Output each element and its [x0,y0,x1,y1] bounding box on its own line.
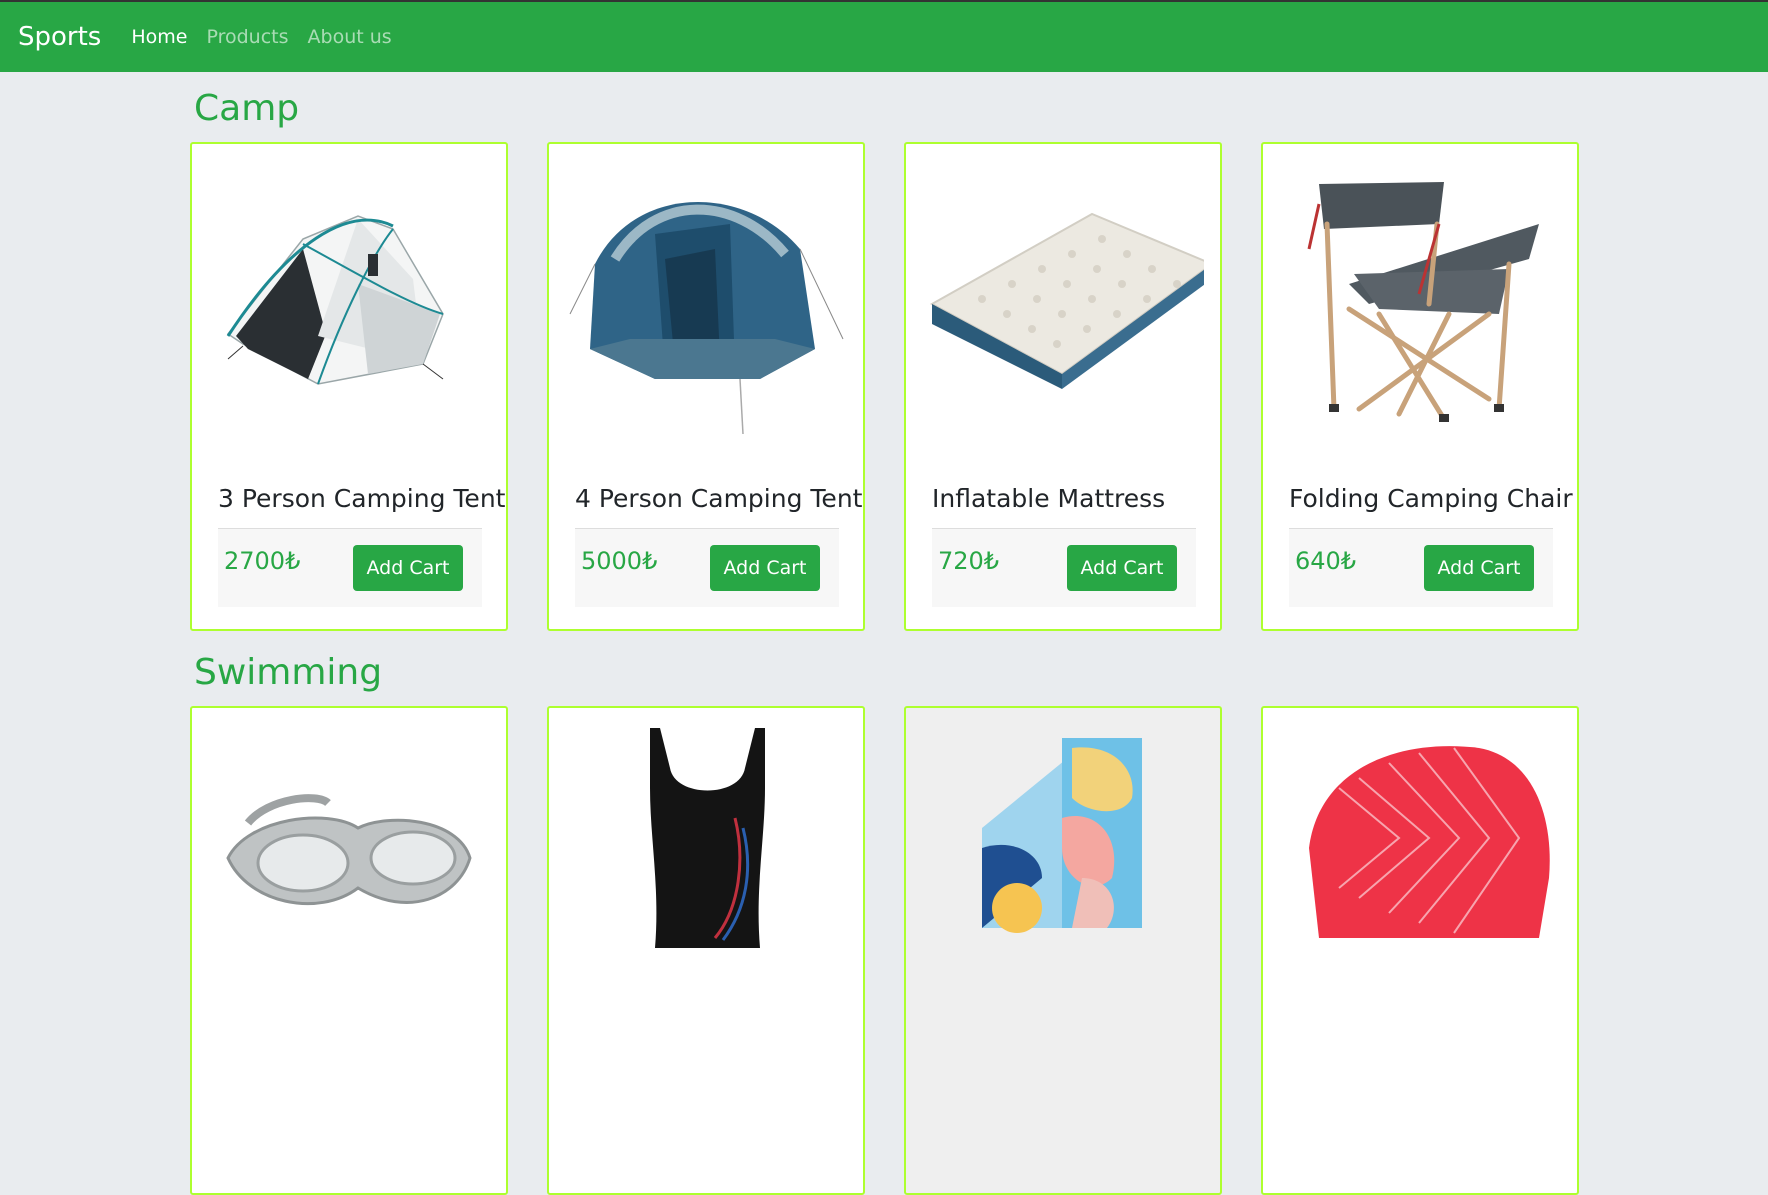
product-price: 2700₺ [224,547,301,575]
product-card [190,706,508,1195]
product-card-footer: 5000₺ Add Cart [575,528,839,607]
nav-link-about-us[interactable]: About us [308,26,392,48]
product-image-inflatable-mattress [922,164,1204,454]
section-title-swimming: Swimming [194,652,383,693]
product-price: 5000₺ [581,547,658,575]
product-price: 640₺ [1295,547,1357,575]
add-cart-button[interactable]: Add Cart [1424,545,1534,591]
product-image-swim-goggles [208,728,490,1018]
product-image-folding-chair [1279,164,1561,454]
product-card [1261,706,1579,1195]
product-image-beach-towel [922,728,1204,1018]
add-cart-button[interactable]: Add Cart [1067,545,1177,591]
product-image-swim-cap [1279,728,1561,1018]
product-card-footer: 720₺ Add Cart [932,528,1196,607]
product-card [904,706,1222,1195]
product-image-swimsuit [565,728,847,1018]
product-title: Inflatable Mattress [932,484,1166,513]
product-title: 3 Person Camping Tent [218,484,506,513]
product-card-footer: 640₺ Add Cart [1289,528,1553,607]
brand-link[interactable]: Sports [18,22,101,52]
product-card: Inflatable Mattress 720₺ Add Cart [904,142,1222,631]
product-card [547,706,865,1195]
add-cart-button[interactable]: Add Cart [710,545,820,591]
product-price: 720₺ [938,547,1000,575]
navbar: Sports Home Products About us [0,0,1768,72]
product-card: 4 Person Camping Tent 5000₺ Add Cart [547,142,865,631]
product-card-footer: 2700₺ Add Cart [218,528,482,607]
nav-link-home[interactable]: Home [131,26,187,48]
nav-link-products[interactable]: Products [206,26,288,48]
product-title: 4 Person Camping Tent [575,484,863,513]
product-image-tent-4-person [565,164,847,454]
add-cart-button[interactable]: Add Cart [353,545,463,591]
section-title-camp: Camp [194,88,300,129]
product-card: 3 Person Camping Tent 2700₺ Add Cart [190,142,508,631]
product-image-tent-3-person [208,164,490,454]
product-card: Folding Camping Chair 640₺ Add Cart [1261,142,1579,631]
product-title: Folding Camping Chair [1289,484,1573,513]
